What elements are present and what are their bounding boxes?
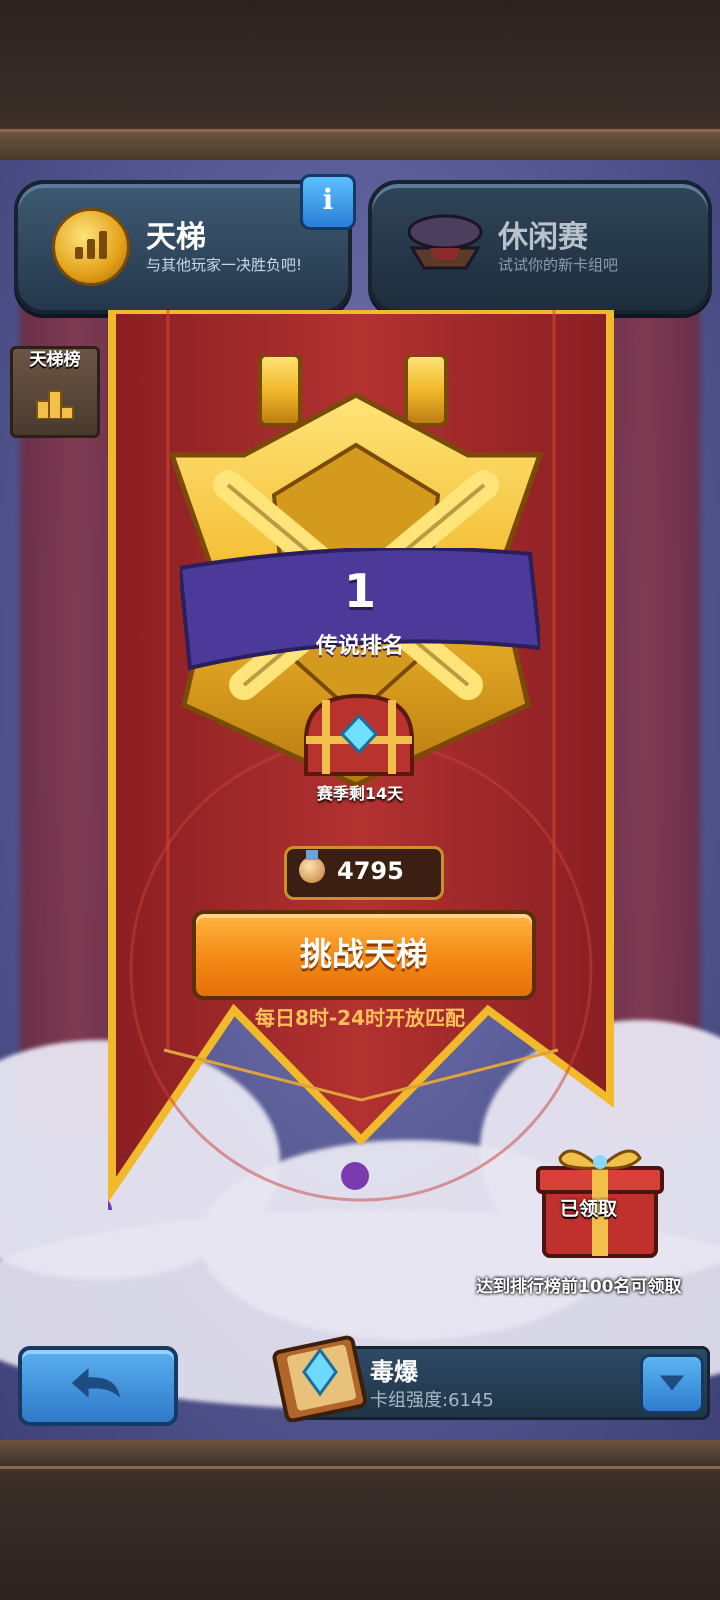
trophy-count: 4795 (284, 846, 444, 900)
challenge-ladder-button[interactable]: 挑战天梯 (192, 910, 536, 1000)
reward-hint: 达到排行榜前100名可领取 (476, 1277, 682, 1297)
podium-icon (36, 390, 74, 419)
deck-power: 卡组强度:6145 (370, 1390, 494, 1411)
chevron-down-icon (659, 1375, 685, 1391)
open-hours-text: 每日8时-24时开放匹配 (254, 1006, 466, 1030)
airship-icon (407, 214, 483, 270)
reward-status: 已领取 (560, 1198, 618, 1220)
bottom-frame (0, 1440, 720, 1600)
rank-value: 1 (343, 564, 376, 618)
back-arrow-icon (71, 1368, 121, 1398)
tab-ladder-subtitle: 与其他玩家一决胜负吧! (146, 256, 303, 274)
trophy-value: 4795 (337, 857, 404, 885)
season-chest-icon[interactable] (296, 690, 422, 782)
rank-label: 传说排名 (315, 634, 404, 659)
top-frame (0, 0, 720, 160)
tab-casual-subtitle: 试试你的新卡组吧 (498, 256, 619, 274)
season-remaining: 赛季剩14天 (316, 784, 404, 803)
deck-name: 毒爆 (370, 1358, 418, 1386)
leaderboard-button-label: 天梯榜 (29, 350, 81, 370)
tab-casual[interactable]: 休闲赛 试试你的新卡组吧 (368, 180, 712, 314)
tab-casual-title: 休闲赛 (498, 220, 588, 255)
deck-book-icon (272, 1335, 368, 1422)
tab-ladder-title: 天梯 (146, 220, 206, 255)
tab-ladder[interactable]: 天梯 与其他玩家一决胜负吧! i (14, 174, 356, 314)
trophy-medal-icon (299, 850, 325, 883)
ladder-medal-icon (52, 208, 130, 286)
deck-dropdown-button[interactable] (640, 1354, 704, 1414)
back-button[interactable] (18, 1346, 178, 1426)
info-button[interactable]: i (300, 174, 356, 230)
leaderboard-button[interactable]: 天梯榜 (10, 346, 100, 438)
